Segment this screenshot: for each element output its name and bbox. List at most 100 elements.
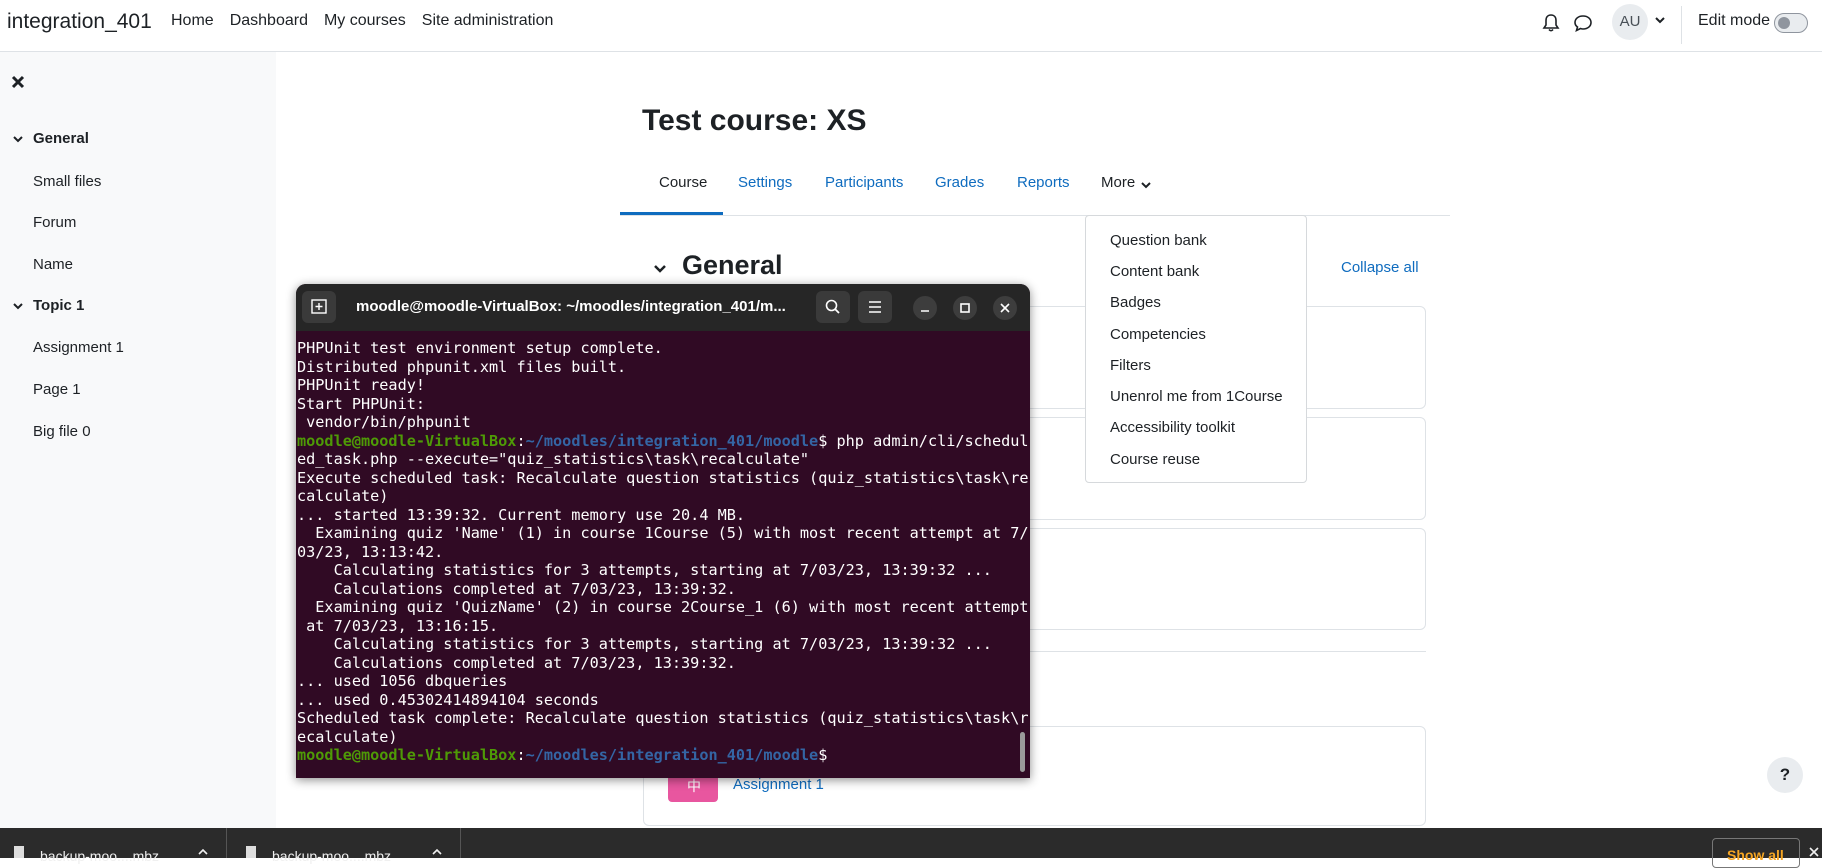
chevron-up-icon[interactable] <box>198 847 208 857</box>
drawer-item-page-1[interactable]: Page 1 <box>33 381 81 398</box>
terminal-window: moodle@moodle-VirtualBox: ~/moodles/inte… <box>296 284 1030 778</box>
prompt-path: ~/moodles/integration_401/moodle <box>525 746 819 764</box>
terminal-line: ... used 1056 dbqueries <box>297 672 508 690</box>
search-icon <box>825 299 840 314</box>
primary-navigation: Home Dashboard My courses Site administr… <box>171 12 569 30</box>
terminal-line: calculate) <box>297 487 389 505</box>
hamburger-menu-icon <box>869 301 881 313</box>
maximize-icon <box>960 303 970 313</box>
terminal-scrollbar[interactable] <box>1020 732 1025 772</box>
terminal-line: Execute scheduled task: Recalculate ques… <box>297 468 1029 487</box>
tab-course[interactable]: Course <box>659 174 707 191</box>
assignment-1-link[interactable]: Assignment 1 <box>733 776 824 793</box>
tab-grades[interactable]: Grades <box>935 174 984 191</box>
terminal-line: Examining quiz 'Name' (1) in course 1Cou… <box>297 524 1029 542</box>
tab-reports[interactable]: Reports <box>1017 174 1070 191</box>
nav-home-link[interactable]: Home <box>171 12 214 30</box>
drawer-item-small-files[interactable]: Small files <box>33 173 101 190</box>
hamburger-menu-button[interactable] <box>858 291 892 323</box>
menu-item-badges[interactable]: Badges <box>1110 294 1161 311</box>
tab-more[interactable]: More <box>1101 174 1135 191</box>
minimize-icon <box>921 310 929 312</box>
more-chevron-down-icon[interactable] <box>1141 180 1151 190</box>
menu-item-course-reuse[interactable]: Course reuse <box>1110 451 1200 468</box>
course-index-drawer: General Small files Forum Name Topic 1 A… <box>0 52 276 828</box>
page-title: Test course: XS <box>642 104 867 137</box>
notifications-bell-icon[interactable] <box>1541 13 1561 33</box>
menu-item-content-bank[interactable]: Content bank <box>1110 263 1199 280</box>
terminal-line: ecalculate) <box>297 727 398 746</box>
menu-item-question-bank[interactable]: Question bank <box>1110 232 1207 249</box>
terminal-line: Calculating statistics for 3 attempts, s… <box>297 635 992 653</box>
chevron-down-icon <box>13 303 23 310</box>
menu-item-accessibility-toolkit[interactable]: Accessibility toolkit <box>1110 419 1235 436</box>
download-filename: backup-moo....mbz <box>272 848 392 864</box>
terminal-command: $ php admin/cli/schedul <box>818 431 1029 450</box>
terminal-line: 03/23, 13:13:42. <box>297 542 444 561</box>
show-all-label: Show all <box>1727 847 1784 863</box>
prompt-user: moodle@moodle-VirtualBox <box>297 431 517 450</box>
edit-mode-label: Edit mode <box>1698 12 1771 29</box>
file-icon <box>246 846 256 858</box>
terminal-line: ... used 0.45302414894104 seconds <box>297 690 599 709</box>
new-tab-icon <box>311 299 327 314</box>
terminal-line: Calculating statistics for 3 attempts, s… <box>297 561 992 579</box>
toggle-knob <box>1778 17 1790 29</box>
download-item[interactable]: backup-moo....mbz <box>232 828 461 864</box>
terminal-line: Distributed phpunit.xml files built. <box>297 357 627 376</box>
close-icon <box>1000 303 1010 313</box>
terminal-line: Calculations completed at 7/03/23, 13:39… <box>297 579 736 598</box>
terminal-prompt-line: moodle@moodle-VirtualBox:~/moodles/integ… <box>297 431 1029 450</box>
drawer-item-assignment-1[interactable]: Assignment 1 <box>33 339 124 356</box>
menu-item-filters[interactable]: Filters <box>1110 357 1151 374</box>
general-section-chevron-icon[interactable] <box>652 261 668 282</box>
tab-settings[interactable]: Settings <box>738 174 792 191</box>
terminal-line: Examining quiz 'QuizName' (2) in course … <box>297 598 1029 616</box>
close-drawer-icon[interactable] <box>10 74 26 90</box>
nav-site-administration-link[interactable]: Site administration <box>422 12 554 30</box>
terminal-line: ... started 13:39:32. Current memory use… <box>297 505 746 524</box>
terminal-line: PHPUnit ready! <box>297 376 426 394</box>
prompt-path: ~/moodles/integration_401/moodle <box>525 431 819 450</box>
minimize-button[interactable] <box>913 296 937 320</box>
user-menu-chevron-down-icon[interactable] <box>1654 14 1666 26</box>
navbar-divider <box>1681 6 1682 44</box>
tab-participants[interactable]: Participants <box>825 174 903 191</box>
section-heading-general: General <box>682 250 783 280</box>
drawer-item-name[interactable]: Name <box>33 256 73 273</box>
terminal-line: Calculations completed at 7/03/23, 13:39… <box>297 653 736 672</box>
menu-item-unenrol[interactable]: Unenrol me from 1Course <box>1110 388 1283 405</box>
close-window-button[interactable] <box>993 296 1017 320</box>
terminal-line: Start PHPUnit: <box>297 394 426 413</box>
chevron-down-icon <box>13 136 23 143</box>
close-downloads-icon[interactable] <box>1808 846 1820 858</box>
show-all-downloads-button[interactable]: Show all <box>1712 838 1800 868</box>
drawer-item-big-file-0[interactable]: Big file 0 <box>33 423 91 440</box>
help-button[interactable]: ? <box>1767 757 1803 793</box>
nav-my-courses-link[interactable]: My courses <box>324 12 406 30</box>
maximize-button[interactable] <box>953 296 977 320</box>
prompt-user: moodle@moodle-VirtualBox <box>297 746 517 764</box>
drawer-section-title: Topic 1 <box>33 297 85 314</box>
downloads-bar: backup-moo....mbz backup-moo....mbz Show… <box>0 828 1822 868</box>
search-button[interactable] <box>816 291 850 323</box>
chevron-up-icon[interactable] <box>432 847 442 857</box>
download-filename: backup-moo....mbz <box>40 848 160 864</box>
terminal-line: PHPUnit test environment setup complete. <box>297 339 663 357</box>
terminal-line: at 7/03/23, 13:16:15. <box>297 616 499 635</box>
collapse-all-link[interactable]: Collapse all <box>1341 259 1419 276</box>
terminal-titlebar[interactable]: moodle@moodle-VirtualBox: ~/moodles/inte… <box>296 284 1030 331</box>
user-avatar[interactable]: AU <box>1612 4 1648 40</box>
terminal-line: Scheduled task complete: Recalculate que… <box>297 709 1029 727</box>
site-brand[interactable]: integration_401 <box>7 10 152 34</box>
messages-chat-icon[interactable] <box>1573 13 1593 33</box>
nav-dashboard-link[interactable]: Dashboard <box>230 12 308 30</box>
edit-mode-toggle[interactable] <box>1774 13 1808 33</box>
more-dropdown-menu: Question bank Content bank Badges Compet… <box>1085 215 1307 483</box>
drawer-item-forum[interactable]: Forum <box>33 214 76 231</box>
terminal-cursor-prompt: $ <box>818 746 828 764</box>
menu-item-competencies[interactable]: Competencies <box>1110 326 1206 343</box>
new-tab-button[interactable] <box>302 291 336 323</box>
download-item[interactable]: backup-moo....mbz <box>0 828 227 864</box>
terminal-prompt-line: moodle@moodle-VirtualBox:~/moodles/integ… <box>297 746 828 764</box>
